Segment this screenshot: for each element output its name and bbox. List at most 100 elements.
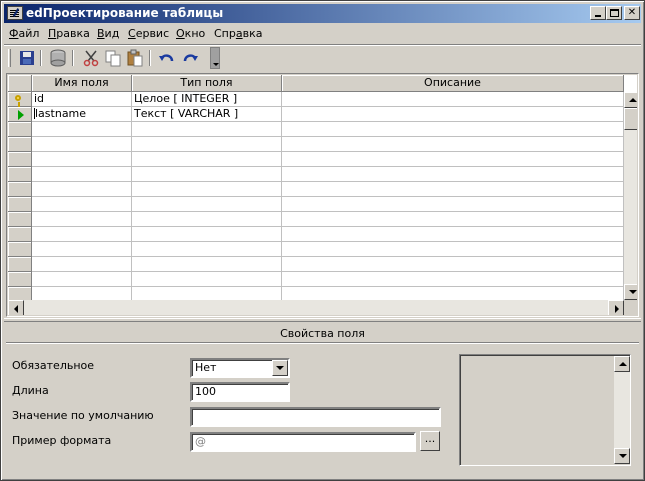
close-button[interactable]: ✕ <box>624 6 640 20</box>
grid-header: Имя поля Тип поля Описание <box>8 75 624 92</box>
cut-button[interactable] <box>81 48 101 68</box>
table-row[interactable] <box>32 227 624 242</box>
table-row[interactable] <box>32 152 624 167</box>
save-icon <box>20 51 34 65</box>
title-bar[interactable]: edПроектирование таблицы ✕ <box>4 4 641 23</box>
field-description-box[interactable] <box>459 354 631 466</box>
table-row[interactable] <box>32 272 624 287</box>
table-row[interactable] <box>32 197 624 212</box>
scroll-left-button[interactable] <box>8 300 24 315</box>
row-indicator[interactable] <box>8 272 32 287</box>
scroll-down-button[interactable] <box>624 284 637 300</box>
scroll-up-button[interactable] <box>624 92 637 108</box>
row-indicator[interactable] <box>8 167 32 182</box>
menu-edit[interactable]: Правка <box>48 27 90 40</box>
copy-button[interactable] <box>103 48 123 68</box>
row-indicator[interactable] <box>8 212 32 227</box>
arrow-down-icon <box>619 454 627 458</box>
table-row[interactable]: lastname Текст [ VARCHAR ] <box>32 107 624 122</box>
chevron-down-icon[interactable] <box>272 360 288 376</box>
table-row[interactable] <box>32 257 624 272</box>
row-indicator[interactable] <box>8 242 32 257</box>
minimize-icon <box>595 15 601 17</box>
fields-grid: Имя поля Тип поля Описание id Целое [IN… <box>6 73 639 317</box>
row-indicator[interactable] <box>8 92 32 107</box>
row-indicator[interactable] <box>8 152 32 167</box>
arrow-up-icon <box>619 362 627 366</box>
cell-field-description[interactable] <box>282 107 624 122</box>
grid-horizontal-scrollbar[interactable] <box>8 300 624 315</box>
row-indicator[interactable] <box>8 107 32 122</box>
table-row[interactable] <box>32 242 624 257</box>
cell-field-type[interactable]: Целое [ INTEGER ] <box>132 92 282 107</box>
cut-icon <box>83 50 99 67</box>
row-indicator[interactable] <box>8 137 32 152</box>
default-value-field[interactable] <box>190 407 441 427</box>
cell-field-name[interactable]: id <box>32 92 132 107</box>
window-title: edПроектирование таблицы <box>26 6 224 20</box>
toolbar <box>4 44 641 70</box>
redo-icon <box>183 54 198 62</box>
table-row[interactable] <box>32 122 624 137</box>
row-indicator[interactable] <box>8 227 32 242</box>
toolbar-overflow-button[interactable] <box>210 47 220 69</box>
minimize-button[interactable] <box>590 6 606 20</box>
scroll-right-button[interactable] <box>608 300 624 315</box>
arrow-down-icon <box>629 290 637 294</box>
column-header-name[interactable]: Имя поля <box>32 75 132 92</box>
maximize-icon <box>610 9 619 17</box>
copy-icon <box>105 50 121 67</box>
row-indicator[interactable] <box>8 197 32 212</box>
table-row[interactable] <box>32 212 624 227</box>
default-value-label: Значение по умолчанию <box>12 409 154 422</box>
scrollbar-corner <box>624 300 637 315</box>
table-row[interactable]: id Целое [ INTEGER ] <box>32 92 624 107</box>
arrow-up-icon <box>629 98 637 102</box>
menu-window[interactable]: Окно <box>176 27 205 40</box>
paste-button[interactable] <box>125 48 145 68</box>
column-header-description[interactable]: Описание <box>282 75 624 92</box>
menu-help[interactable]: Справка <box>214 27 262 40</box>
redo-button[interactable] <box>180 48 200 68</box>
scroll-down-button[interactable] <box>614 448 630 464</box>
length-label: Длина <box>12 384 49 397</box>
primary-key-icon <box>15 95 21 107</box>
database-icon <box>50 49 66 67</box>
database-button[interactable] <box>48 48 68 68</box>
pane-splitter[interactable] <box>4 318 641 322</box>
menu-service[interactable]: Сервис <box>128 27 169 40</box>
table-row[interactable] <box>32 182 624 197</box>
menu-file[interactable]: Файл <box>9 27 39 40</box>
header-corner <box>8 75 32 92</box>
length-field[interactable]: 100 <box>190 382 290 402</box>
menu-view[interactable]: Вид <box>97 27 119 40</box>
current-row-arrow-icon <box>18 110 24 120</box>
scroll-up-button[interactable] <box>614 356 630 372</box>
cell-field-name[interactable]: lastname <box>32 107 132 122</box>
cell-field-description[interactable] <box>282 92 624 107</box>
format-example-field[interactable]: @ <box>190 432 416 452</box>
close-icon: ✕ <box>627 7 637 18</box>
maximize-button[interactable] <box>606 6 622 20</box>
menu-bar: Файл Правка Вид Сервис Окно Справка <box>4 25 641 43</box>
required-label: Обязательное <box>12 359 95 372</box>
column-header-type[interactable]: Тип поля <box>132 75 282 92</box>
cell-field-type[interactable]: Текст [ VARCHAR ] <box>132 107 282 122</box>
row-indicator[interactable] <box>8 257 32 272</box>
toolbar-grip[interactable] <box>8 49 11 67</box>
grid-vertical-scrollbar[interactable] <box>624 92 637 300</box>
row-indicator[interactable] <box>8 182 32 197</box>
paste-icon <box>127 49 143 67</box>
format-browse-button[interactable]: ... <box>420 431 440 451</box>
table-row[interactable] <box>32 167 624 182</box>
save-button[interactable] <box>17 48 37 68</box>
scroll-thumb[interactable] <box>624 108 637 130</box>
row-indicator[interactable] <box>8 122 32 137</box>
properties-title: Свойства поля <box>6 325 639 343</box>
required-select[interactable]: Нет <box>190 358 290 378</box>
format-example-label: Пример формата <box>12 434 112 447</box>
undo-button[interactable] <box>157 48 177 68</box>
description-scrollbar[interactable] <box>614 356 630 464</box>
arrow-right-icon <box>615 305 619 313</box>
table-row[interactable] <box>32 137 624 152</box>
